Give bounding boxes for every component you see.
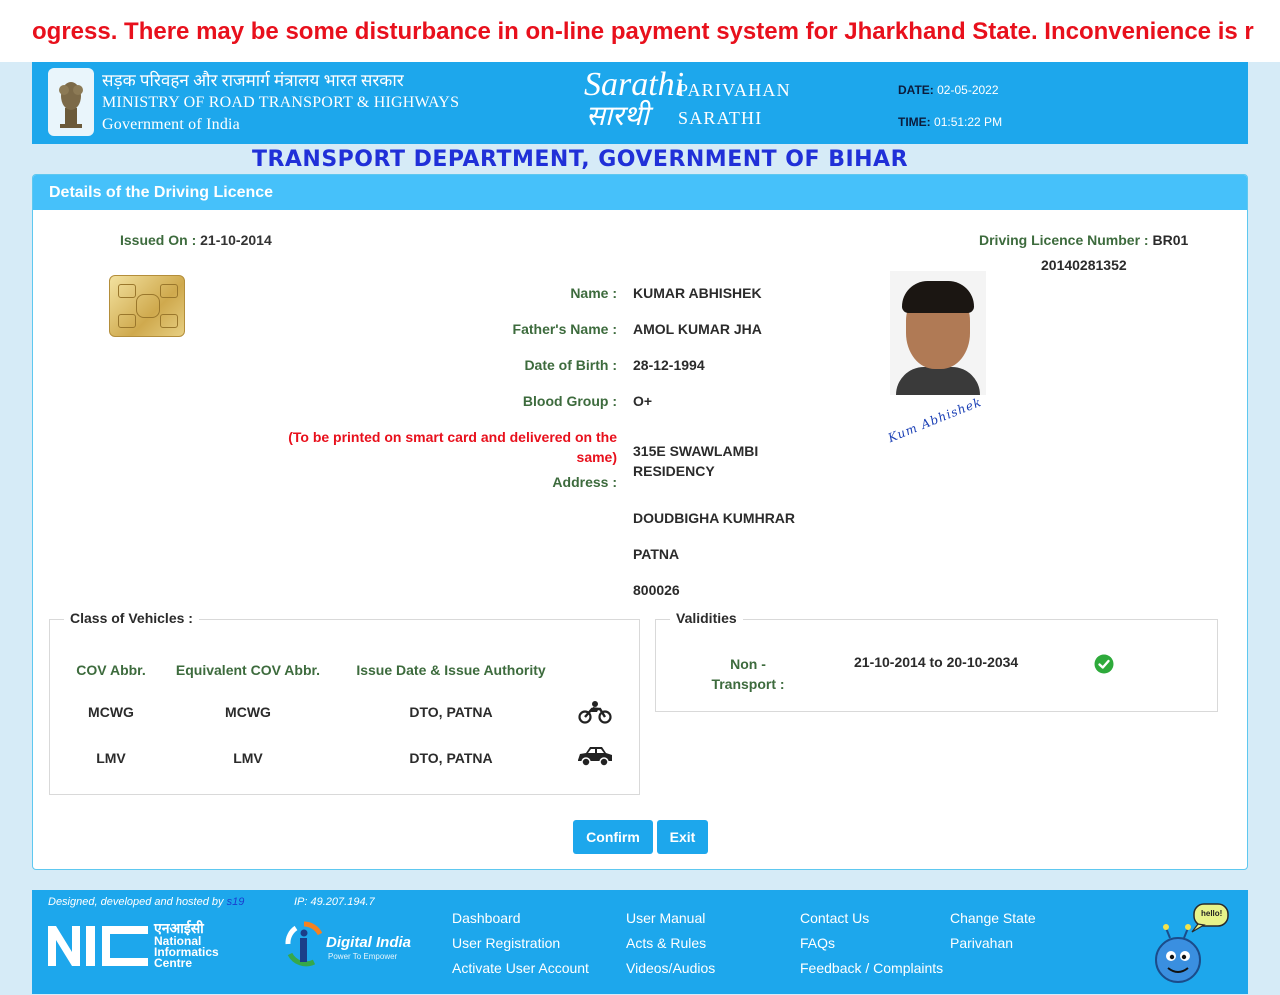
issued-on-label: Issued On : <box>120 232 197 248</box>
footer-link-acts-rules[interactable]: Acts & Rules <box>626 935 706 951</box>
issue-authority-header: Issue Date & Issue Authority <box>356 662 546 678</box>
nic-logo-icon <box>48 922 148 970</box>
address-line-2: DOUDBIGHA KUMHRAR <box>633 510 796 526</box>
footer-link-user-registration[interactable]: User Registration <box>452 935 560 951</box>
row2-cov: LMV <box>96 750 126 766</box>
smart-card-chip-icon <box>109 275 185 337</box>
validities-box: Validities Non - Transport : 21-10-2014 … <box>655 610 1218 712</box>
sarathi-logo: Sarathi सारथी <box>584 66 684 132</box>
digital-india-text: Digital India <box>326 934 412 951</box>
ip-address: IP: 49.207.194.7 <box>294 896 375 908</box>
digital-india-logo: Digital India Power To Empower <box>284 920 416 968</box>
panel-title: Details of the Driving Licence <box>33 175 1247 210</box>
exit-button[interactable]: Exit <box>657 820 708 854</box>
confirm-button[interactable]: Confirm <box>573 820 653 854</box>
dob-label: Date of Birth : <box>524 357 617 373</box>
issued-on-value: 21-10-2014 <box>200 232 272 248</box>
nic-line3: Centre <box>154 956 193 970</box>
dob-value: 28-12-1994 <box>633 357 705 373</box>
credit-label: Designed, developed and hosted by <box>48 896 224 908</box>
name-label: Name : <box>570 285 617 301</box>
blood-group-label: Blood Group : <box>522 393 617 409</box>
footer-link-feedback[interactable]: Feedback / Complaints <box>800 960 943 976</box>
licence-details-panel: Details of the Driving Licence Issued On… <box>32 174 1248 870</box>
footer-link-contact-us[interactable]: Contact Us <box>800 910 869 926</box>
footer-link-videos-audios[interactable]: Videos/Audios <box>626 960 715 976</box>
footer-link-dashboard[interactable]: Dashboard <box>452 910 521 926</box>
validity-range: 21-10-2014 to 20-10-2034 <box>854 654 1019 670</box>
address-line-4: 800026 <box>633 582 680 598</box>
address-line-3: PATNA <box>633 546 680 562</box>
address-note: (To be printed on smart card and deliver… <box>288 429 617 465</box>
logo-word-sarathi: SARATHI <box>678 108 763 128</box>
ministry-line1: MINISTRY OF ROAD TRANSPORT & HIGHWAYS <box>102 94 460 111</box>
help-mascot-icon[interactable]: hello! <box>1152 902 1232 984</box>
car-icon <box>576 744 614 768</box>
row2-equiv: LMV <box>233 750 263 766</box>
announcement-marquee: ogress. There may be some disturbance in… <box>0 0 1280 62</box>
footer-link-faqs[interactable]: FAQs <box>800 935 835 951</box>
footer-link-activate-user-account[interactable]: Activate User Account <box>452 960 589 976</box>
logo-script-hindi: सारथी <box>586 101 649 132</box>
footer-link-change-state[interactable]: Change State <box>950 910 1036 926</box>
address-line-1: 315E SWAWLAMBI RESIDENCY <box>633 443 759 479</box>
class-of-vehicles-legend: Class of Vehicles : <box>64 610 199 626</box>
validities-legend: Validities <box>670 610 743 626</box>
check-circle-icon <box>1094 654 1114 674</box>
dl-number-part2: 20140281352 <box>1041 257 1127 273</box>
date-time-display: DATE: 02-05-2022 TIME: 01:51:22 PM <box>898 74 1002 138</box>
dl-number: Driving Licence Number : BR01 <box>979 232 1188 248</box>
motorcycle-icon <box>578 698 612 724</box>
signature-image: Kum Abhishek <box>886 394 984 446</box>
ministry-name: सड़क परिवहन और राजमार्ग मंत्रालय भारत सर… <box>102 70 459 136</box>
site-header: सड़क परिवहन और राजमार्ग मंत्रालय भारत सर… <box>32 62 1248 144</box>
credit-text: Designed, developed and hosted by s19 <box>48 896 244 908</box>
digital-india-tagline: Power To Empower <box>328 952 398 961</box>
name-value: KUMAR ABHISHEK <box>633 285 762 301</box>
footer-link-user-manual[interactable]: User Manual <box>626 910 705 926</box>
logo-word-parivahan: PARIVAHAN <box>678 80 791 100</box>
credit-link[interactable]: s19 <box>227 896 245 908</box>
dl-number-label: Driving Licence Number : <box>979 232 1149 248</box>
nic-text: एनआईसी National Informatics Centre <box>154 920 219 969</box>
parivahan-sarathi-text: PARIVAHAN SARATHI <box>678 76 791 132</box>
ministry-hindi: सड़क परिवहन और राजमार्ग मंत्रालय भारत सर… <box>102 71 404 90</box>
row1-equiv: MCWG <box>225 704 271 720</box>
address-label: Address : <box>552 474 617 490</box>
mascot-bubble-text: hello! <box>1201 909 1223 918</box>
marquee-text: ogress. There may be some disturbance in… <box>32 18 1254 45</box>
national-emblem-icon <box>48 68 94 136</box>
father-name-label: Father's Name : <box>512 321 617 337</box>
footer-link-parivahan[interactable]: Parivahan <box>950 935 1013 951</box>
equivalent-cov-header: Equivalent COV Abbr. <box>175 662 321 678</box>
row1-cov: MCWG <box>88 704 134 720</box>
date-label: DATE: <box>898 83 934 97</box>
dl-number-part1: BR01 <box>1152 232 1189 248</box>
department-title: TRANSPORT DEPARTMENT, GOVERNMENT OF BIHA… <box>251 147 909 172</box>
blood-group-value: O+ <box>633 393 653 409</box>
father-name-value: AMOL KUMAR JHA <box>633 321 762 337</box>
row1-authority: DTO, PATNA <box>409 704 493 720</box>
ministry-line2: Government of India <box>102 116 240 133</box>
cov-abbr-header: COV Abbr. <box>76 662 146 678</box>
time-value: 01:51:22 PM <box>934 115 1003 129</box>
class-of-vehicles-box: Class of Vehicles : COV Abbr. Equivalent… <box>49 610 640 795</box>
date-value: 02-05-2022 <box>937 83 999 97</box>
row2-authority: DTO, PATNA <box>409 750 493 766</box>
time-label: TIME: <box>898 115 931 129</box>
licence-holder-photo <box>890 271 986 395</box>
issued-on: Issued On : 21-10-2014 <box>120 232 272 248</box>
non-transport-label: Non - Transport : <box>711 656 785 692</box>
site-footer: Designed, developed and hosted by s19 IP… <box>32 890 1248 994</box>
